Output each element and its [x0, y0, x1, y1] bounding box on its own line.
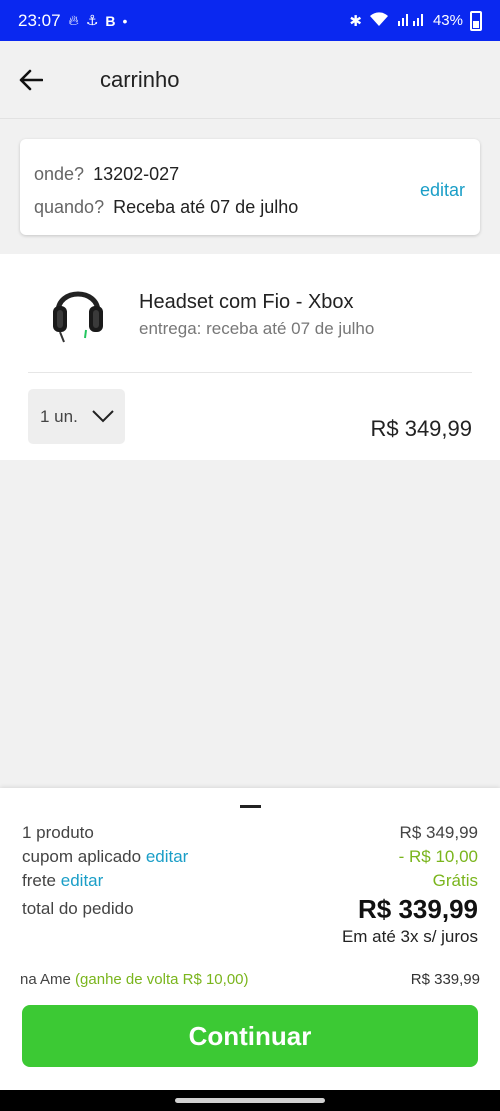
status-bar: 23:07 🔥︎ ⚓︎ B • ✱ 43%: [0, 0, 500, 41]
ame-cashback: (ganhe de volta R$ 10,00): [75, 971, 249, 988]
back-button[interactable]: [17, 66, 45, 94]
items-label: 1 produto: [22, 823, 94, 842]
battery-percent: 43%: [432, 12, 463, 29]
arrow-left-icon: [19, 69, 43, 90]
ame-payment-row: na Ame (ganhe de volta R$ 10,00) R$ 339,…: [20, 971, 480, 988]
product-price: R$ 349,99: [370, 416, 472, 441]
items-value: R$ 349,99: [399, 823, 478, 842]
product-thumbnail[interactable]: [48, 278, 108, 344]
summary-coupon-row: cupom aplicado editar - R$ 10,00: [22, 847, 478, 867]
coupon-label: cupom aplicado: [22, 847, 142, 866]
when-value: Receba até 07 de julho: [113, 197, 299, 217]
summary-shipping-row: frete editar Grátis: [22, 871, 478, 891]
summary-items-row: 1 produto R$ 349,99: [22, 823, 478, 843]
quantity-selector[interactable]: 1 un.: [28, 389, 125, 444]
shipping-label: frete: [22, 871, 57, 890]
ame-value: R$ 339,99: [410, 971, 480, 988]
signal-icon: [396, 11, 426, 31]
app-notification-icon: ⚓︎: [85, 12, 99, 28]
delivery-where-row: onde? 13202-027: [34, 164, 179, 185]
edit-delivery-link[interactable]: editar: [420, 180, 465, 201]
battery-icon: [470, 10, 482, 31]
continue-button[interactable]: Continuar: [22, 1005, 478, 1067]
home-gesture-bar[interactable]: [175, 1098, 325, 1103]
page-title: carrinho: [100, 66, 180, 92]
bluetooth-icon: ✱: [349, 12, 362, 30]
delivery-card: onde? 13202-027 quando? Receba até 07 de…: [20, 139, 480, 235]
notification-icons: 🔥︎ ⚓︎ B •: [69, 12, 128, 29]
dot-icon: •: [122, 12, 128, 29]
shipping-value: Grátis: [432, 871, 478, 890]
product-delivery: entrega: receba até 07 de julho: [139, 319, 375, 338]
divider: [28, 372, 472, 373]
drag-handle[interactable]: [240, 805, 261, 808]
coupon-edit-link[interactable]: editar: [146, 847, 189, 866]
product-name[interactable]: Headset com Fio - Xbox: [139, 291, 354, 314]
order-summary: 1 produto R$ 349,99 cupom aplicado edita…: [0, 788, 500, 1090]
app-bar: carrinho: [0, 41, 500, 119]
total-label: total do pedido: [22, 899, 134, 918]
status-time: 23:07: [18, 10, 61, 30]
cart-item: Headset com Fio - Xbox entrega: receba a…: [0, 254, 500, 460]
total-value: R$ 339,99: [358, 894, 478, 924]
chevron-down-icon: [92, 410, 114, 423]
b-app-icon: B: [105, 12, 116, 29]
quantity-value: 1 un.: [40, 406, 78, 426]
system-nav-bar: [0, 1090, 500, 1111]
where-label: onde?: [34, 164, 85, 184]
fire-icon: 🔥︎: [68, 12, 79, 28]
wifi-icon: [369, 11, 389, 31]
delivery-when-row: quando? Receba até 07 de julho: [34, 197, 298, 218]
installments-text: Em até 3x s/ juros: [341, 927, 478, 946]
ame-label: na Ame: [20, 971, 71, 988]
when-label: quando?: [34, 197, 105, 217]
shipping-edit-link[interactable]: editar: [61, 871, 104, 890]
where-value: 13202-027: [93, 164, 180, 184]
coupon-value: - R$ 10,00: [398, 847, 478, 866]
